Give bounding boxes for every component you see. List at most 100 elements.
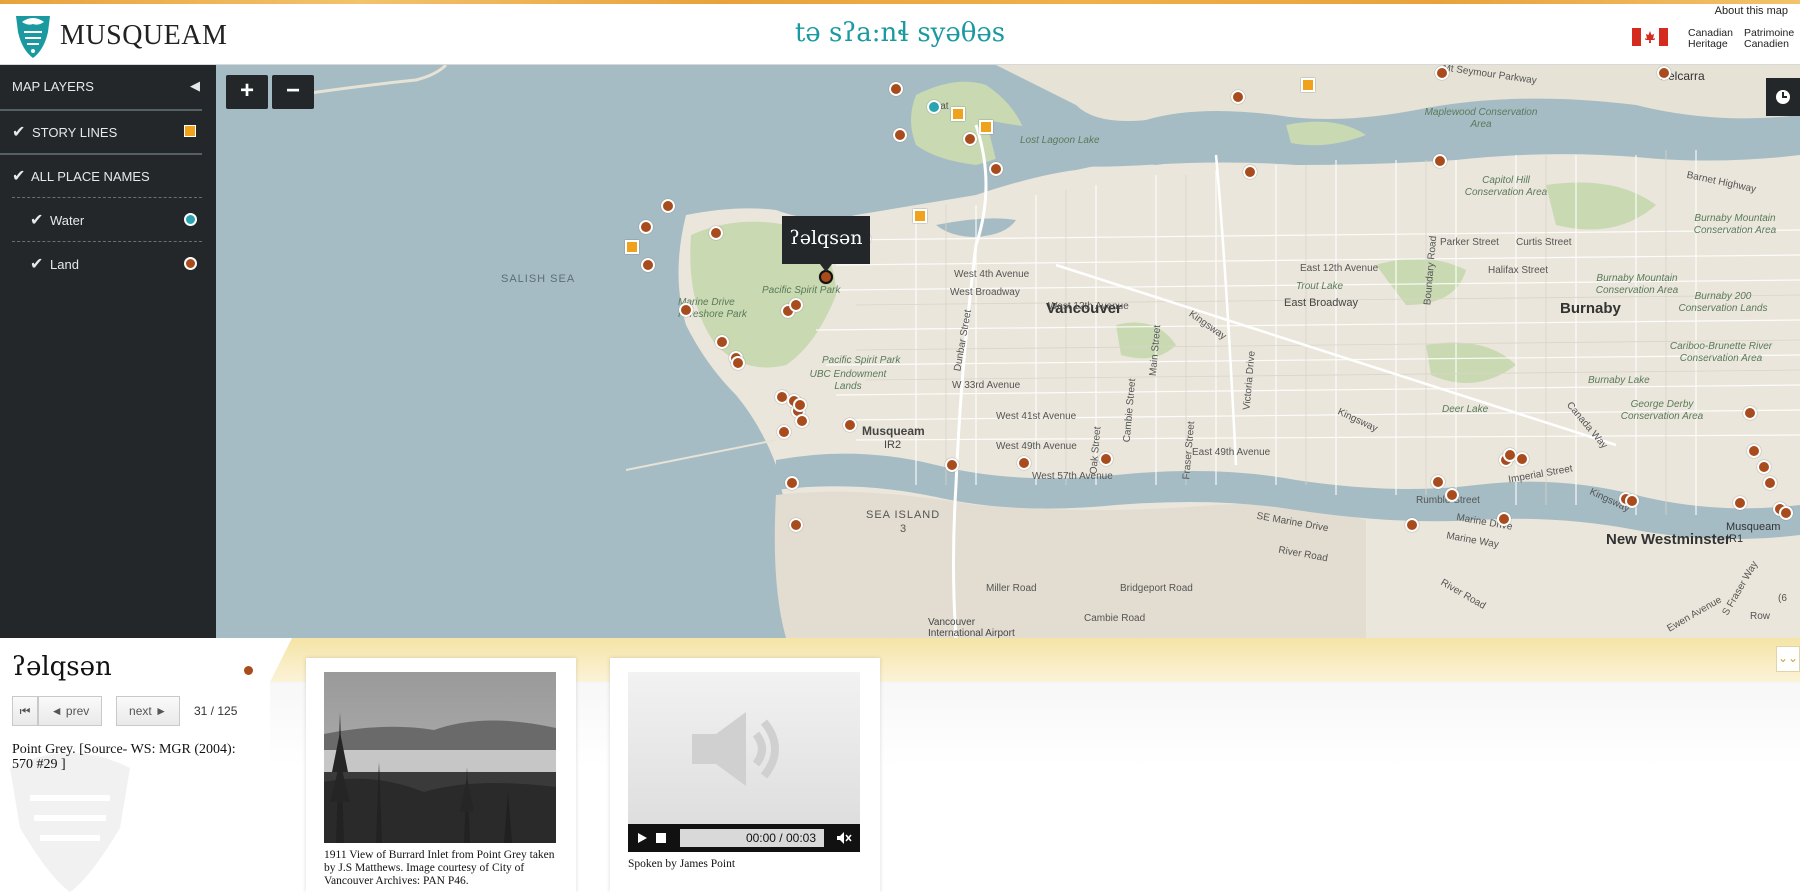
timeline-button[interactable] — [1766, 78, 1800, 116]
land-place-marker[interactable] — [989, 162, 1003, 176]
musqueam-logo[interactable]: MUSQUEAM — [10, 10, 227, 60]
map-layers-header[interactable]: MAP LAYERS ◀ — [0, 65, 216, 107]
next-button[interactable]: next ► — [116, 696, 180, 726]
land-place-marker[interactable] — [777, 425, 791, 439]
layer-toggle-all-place-names[interactable]: ✔ ALL PLACE NAMES — [0, 155, 216, 197]
map-label-vancouver-airport: Vancouver International Airport — [928, 617, 1015, 638]
story-line-marker[interactable] — [913, 209, 927, 223]
map-label-pacific-spirit-park-2: Pacific Spirit Park — [822, 355, 901, 366]
map-layers-sidebar: MAP LAYERS ◀ ✔ STORY LINES ✔ ALL PLACE N… — [0, 65, 216, 638]
mute-icon[interactable] — [836, 831, 852, 845]
land-place-marker[interactable] — [1431, 475, 1445, 489]
all-place-names-label: ALL PLACE NAMES — [31, 169, 150, 184]
street-cambie-road: Cambie Road — [1084, 613, 1146, 624]
map-label-maplewood: Maplewood Conservation Area — [1424, 107, 1538, 130]
land-place-marker[interactable] — [641, 258, 655, 272]
land-place-marker[interactable] — [1099, 452, 1113, 466]
street-w41st: West 41st Avenue — [996, 411, 1077, 422]
layer-toggle-water[interactable]: ✔ Water — [0, 199, 216, 241]
land-place-marker[interactable] — [1763, 476, 1777, 490]
map-label-sea-island-3: 3 — [900, 523, 907, 535]
story-line-marker[interactable] — [951, 107, 965, 121]
street-w12th: West 12th Avenue — [1048, 301, 1129, 312]
map-label-burnaby-mountain: Burnaby Mountain Conservation Area — [1693, 213, 1777, 236]
place-description: Point Grey. [Source- WS: MGR (2004): 570… — [12, 742, 236, 772]
street-parker: Parker Street — [1440, 237, 1499, 248]
audio-time-display[interactable]: 00:00 / 00:03 — [680, 829, 824, 847]
check-icon: ✔ — [30, 212, 44, 229]
map-label-deer-lake: Deer Lake — [1442, 404, 1489, 415]
selected-place-marker[interactable] — [819, 270, 833, 284]
collapse-panel-button[interactable]: ⌄⌄ — [1776, 646, 1800, 672]
land-place-marker[interactable] — [1405, 518, 1419, 532]
story-line-marker[interactable] — [625, 240, 639, 254]
land-place-marker[interactable] — [1497, 512, 1511, 526]
map-label-sea-island: SEA ISLAND — [866, 509, 941, 521]
zoom-in-button[interactable]: + — [226, 75, 268, 109]
land-place-marker[interactable] — [1743, 406, 1757, 420]
street-e12th: East 12th Avenue — [1300, 263, 1379, 274]
story-line-marker[interactable] — [1301, 78, 1315, 92]
historic-photo[interactable] — [324, 672, 556, 843]
map-label-musqueam: Musqueam — [862, 424, 925, 438]
land-place-marker[interactable] — [893, 128, 907, 142]
land-place-marker[interactable] — [793, 398, 807, 412]
water-label: Water — [50, 213, 85, 228]
land-place-marker[interactable] — [795, 414, 809, 428]
land-place-marker[interactable] — [1433, 154, 1447, 168]
prev-button[interactable]: ◄ prev — [38, 696, 102, 726]
land-place-marker[interactable] — [1243, 165, 1257, 179]
land-place-marker[interactable] — [945, 458, 959, 472]
photo-card: 1911 View of Burrard Inlet from Point Gr… — [306, 658, 576, 892]
layer-toggle-story-lines[interactable]: ✔ STORY LINES — [0, 111, 216, 153]
land-place-marker[interactable] — [679, 303, 693, 317]
map-label-ir2: IR2 — [884, 439, 902, 451]
place-info: ʔəlqsən ⏮ ◄ prev next ► 31 / 125 Point G… — [0, 638, 292, 892]
land-place-marker[interactable] — [1779, 506, 1793, 520]
land-place-marker[interactable] — [1445, 488, 1459, 502]
header: MUSQUEAM tə sʔa:nɬ syəθəs About this map… — [0, 0, 1800, 65]
canadian-heritage-label: Canadian Heritage — [1688, 28, 1733, 50]
stop-icon[interactable] — [656, 833, 666, 843]
map-label-caribou-brunette: Cariboo-Brunette River Conservation Area — [1669, 341, 1773, 364]
land-place-marker[interactable] — [1657, 66, 1671, 80]
land-place-marker[interactable] — [789, 298, 803, 312]
record-counter: 31 / 125 — [194, 704, 238, 718]
map-canvas[interactable]: SALISH SEA Vancouver Burnaby New Westmin… — [216, 65, 1800, 638]
land-place-marker[interactable] — [661, 199, 675, 213]
land-place-marker[interactable] — [731, 356, 745, 370]
land-place-marker[interactable] — [1231, 90, 1245, 104]
place-popup[interactable]: ʔəlqsən — [782, 216, 870, 272]
about-this-map-link[interactable]: About this map — [1715, 5, 1788, 17]
land-place-marker[interactable] — [715, 335, 729, 349]
land-place-marker[interactable] — [1435, 66, 1449, 80]
land-place-marker[interactable] — [1625, 494, 1639, 508]
first-button[interactable]: ⏮ — [12, 696, 38, 726]
map-label-new-westminster: New Westminster — [1606, 531, 1731, 548]
land-place-marker[interactable] — [785, 476, 799, 490]
land-place-marker[interactable] — [1515, 452, 1529, 466]
check-icon: ✔ — [12, 168, 26, 185]
land-place-marker[interactable] — [639, 220, 653, 234]
land-place-marker[interactable] — [889, 82, 903, 96]
land-place-marker[interactable] — [1757, 460, 1771, 474]
land-place-marker[interactable] — [963, 132, 977, 146]
land-place-marker[interactable] — [1747, 444, 1761, 458]
land-place-marker[interactable] — [1733, 496, 1747, 510]
street-curtis: Curtis Street — [1516, 237, 1572, 248]
land-place-marker[interactable] — [1017, 456, 1031, 470]
street-w49th: West 49th Avenue — [996, 441, 1077, 452]
photo-image — [324, 672, 556, 843]
street-broadway: West Broadway — [950, 287, 1020, 298]
map-label-george-derby: George Derby Conservation Area — [1620, 399, 1704, 422]
land-place-marker[interactable] — [709, 226, 723, 240]
land-place-marker[interactable] — [843, 418, 857, 432]
layer-toggle-land[interactable]: ✔ Land — [0, 243, 216, 285]
zoom-out-button[interactable]: − — [272, 75, 314, 109]
play-icon[interactable] — [636, 832, 648, 844]
water-place-marker[interactable] — [927, 100, 941, 114]
collapse-sidebar-icon[interactable]: ◀ — [190, 78, 200, 94]
panel-body — [0, 682, 1800, 892]
land-place-marker[interactable] — [789, 518, 803, 532]
story-line-marker[interactable] — [979, 120, 993, 134]
